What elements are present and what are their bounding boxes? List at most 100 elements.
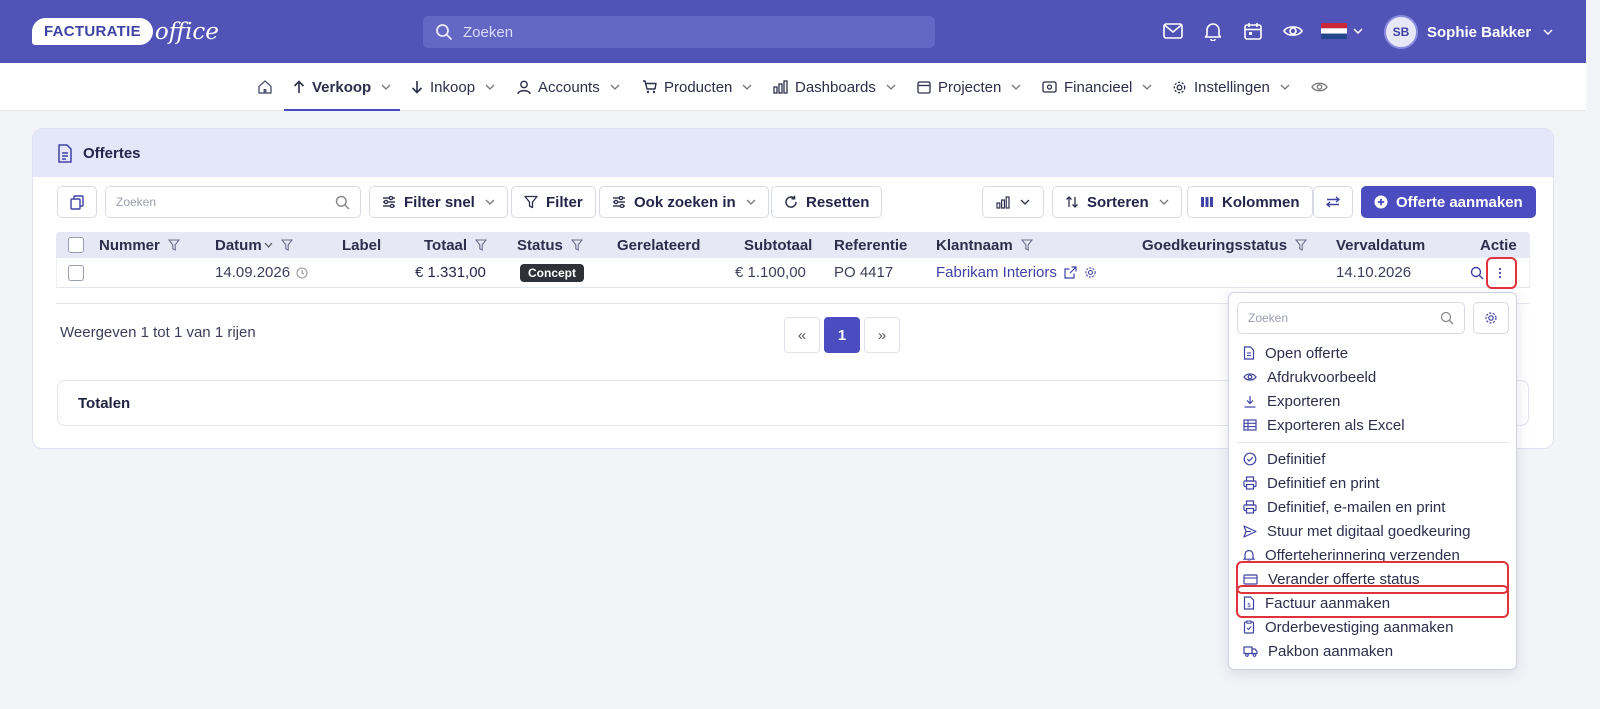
- nav-label: Verkoop: [312, 78, 372, 96]
- action-search-input[interactable]: [1248, 311, 1428, 325]
- menu-export-excel[interactable]: Exporteren als Excel: [1243, 414, 1405, 436]
- pagination-page[interactable]: 1: [824, 317, 860, 353]
- col-status[interactable]: Status: [517, 232, 583, 258]
- col-label: Referentie: [834, 236, 908, 254]
- col-label: Goedkeuringsstatus: [1142, 236, 1288, 254]
- select-all-checkbox[interactable]: [68, 237, 84, 253]
- filter-icon[interactable]: [167, 239, 180, 251]
- cell-datum: 14.09.2026: [215, 258, 308, 287]
- quotes-table: Nummer Datum Label Totaal Status Gerelat…: [56, 232, 1530, 288]
- page-title: Offertes: [83, 144, 141, 162]
- nav-eye-toggle[interactable]: [1311, 63, 1328, 111]
- more-vertical-icon[interactable]: [1498, 267, 1502, 279]
- cell-subtotaal: € 1.100,00: [735, 264, 806, 281]
- nav-dashboards[interactable]: Dashboards: [773, 63, 896, 111]
- col-referentie[interactable]: Referentie: [834, 232, 907, 258]
- nav-financieel[interactable]: Financieel: [1042, 63, 1152, 111]
- table-row[interactable]: 14.09.2026 € 1.331,00 Concept € 1.100,00…: [56, 258, 1530, 288]
- chevron-down-icon: [485, 84, 495, 90]
- user-menu[interactable]: SB Sophie Bakker: [1384, 15, 1553, 49]
- cell-referentie: PO 4417: [834, 264, 894, 281]
- action-search[interactable]: [1237, 302, 1465, 334]
- cart-icon: [642, 80, 657, 94]
- col-datum[interactable]: Datum: [215, 232, 293, 258]
- table-search-input[interactable]: [116, 195, 306, 209]
- col-gerelateerd[interactable]: Gerelateerd: [617, 232, 700, 258]
- language-flag-icon[interactable]: [1320, 18, 1364, 44]
- menu-open-quote[interactable]: Open offerte: [1243, 342, 1348, 364]
- menu-label: Afdrukvoorbeeld: [1267, 368, 1377, 386]
- filter-icon[interactable]: [475, 239, 488, 251]
- app-logo[interactable]: FACTURATIE office: [32, 13, 219, 49]
- menu-print-preview[interactable]: Afdrukvoorbeeld: [1243, 366, 1376, 388]
- global-search-input[interactable]: [463, 23, 903, 41]
- row-checkbox[interactable]: [68, 264, 84, 281]
- table-icon: [1243, 419, 1257, 431]
- nav-accounts[interactable]: Accounts: [517, 63, 620, 111]
- menu-send-reminder[interactable]: Offerteherinnering verzenden: [1243, 544, 1460, 566]
- action-settings-button[interactable]: [1473, 302, 1509, 334]
- swap-button[interactable]: [1313, 186, 1353, 218]
- external-link-icon[interactable]: [1064, 266, 1077, 279]
- pagination-next[interactable]: »: [864, 317, 900, 353]
- menu-send-digital-approval[interactable]: Stuur met digitaal goedkeuring: [1243, 520, 1470, 542]
- menu-label: Definitief: [1267, 450, 1326, 468]
- columns-button[interactable]: Kolommen: [1187, 186, 1313, 218]
- nav-instellingen[interactable]: Instellingen: [1172, 63, 1290, 111]
- menu-definitief-print[interactable]: Definitief en print: [1243, 472, 1380, 494]
- chart-button[interactable]: [982, 186, 1044, 218]
- nav-producten[interactable]: Producten: [642, 63, 752, 111]
- create-quote-button[interactable]: Offerte aanmaken: [1361, 186, 1536, 218]
- eye-icon[interactable]: [1280, 18, 1306, 44]
- col-nummer[interactable]: Nummer: [99, 232, 180, 258]
- mail-icon[interactable]: [1160, 18, 1186, 44]
- cell-vervaldatum: 14.10.2026: [1336, 264, 1412, 281]
- sort-button[interactable]: Sorteren: [1052, 186, 1182, 218]
- nav-verkoop[interactable]: Verkoop: [283, 63, 401, 111]
- col-actie: Actie: [1480, 232, 1517, 258]
- col-label: Nummer: [99, 236, 160, 254]
- col-totaal[interactable]: Totaal: [424, 232, 488, 258]
- col-label-header[interactable]: Label: [342, 232, 381, 258]
- copy-button[interactable]: [57, 186, 97, 218]
- filter-quick-button[interactable]: Filter snel: [369, 186, 508, 218]
- menu-create-invoice[interactable]: $ Factuur aanmaken: [1243, 592, 1390, 614]
- menu-definitief-email-print[interactable]: Definitief, e-mailen en print: [1243, 496, 1445, 518]
- menu-change-status[interactable]: Verander offerte status: [1243, 568, 1420, 590]
- also-search-button[interactable]: Ook zoeken in: [599, 186, 769, 218]
- global-search[interactable]: [423, 16, 935, 48]
- svg-text:$: $: [1247, 602, 1251, 609]
- search-icon[interactable]: [1470, 266, 1484, 280]
- bell-icon[interactable]: [1200, 18, 1226, 44]
- menu-label: Verander offerte status: [1268, 570, 1420, 588]
- nav-inkoop[interactable]: Inkoop: [411, 63, 495, 111]
- cell-status: Concept: [520, 258, 584, 287]
- calendar-icon[interactable]: [1240, 18, 1266, 44]
- col-goedkeuringsstatus[interactable]: Goedkeuringsstatus: [1142, 232, 1308, 258]
- menu-definitief[interactable]: Definitief: [1243, 448, 1325, 470]
- chevron-down-icon: [886, 84, 896, 90]
- menu-label: Definitief en print: [1267, 474, 1380, 492]
- nav-home[interactable]: [257, 63, 273, 111]
- menu-export[interactable]: Exporteren: [1243, 390, 1340, 412]
- gear-icon[interactable]: [1084, 266, 1097, 279]
- filter-button[interactable]: Filter: [511, 186, 596, 218]
- clock-icon: [296, 266, 308, 279]
- filter-icon[interactable]: [280, 239, 293, 251]
- filter-icon[interactable]: [1020, 239, 1033, 251]
- filter-icon[interactable]: [570, 239, 583, 251]
- nav-projecten[interactable]: Projecten: [917, 63, 1021, 111]
- menu-order-confirmation[interactable]: Orderbevestiging aanmaken: [1243, 616, 1453, 638]
- sliders-icon: [382, 196, 396, 208]
- chevron-down-icon: [1280, 84, 1290, 90]
- customer-link[interactable]: Fabrikam Interiors: [936, 264, 1057, 281]
- table-search[interactable]: [105, 186, 361, 218]
- menu-packing-slip[interactable]: Pakbon aanmaken: [1243, 640, 1393, 662]
- nav-label: Accounts: [538, 78, 600, 96]
- filter-icon[interactable]: [1295, 239, 1308, 251]
- col-klantnaam[interactable]: Klantnaam: [936, 232, 1033, 258]
- col-vervaldatum[interactable]: Vervaldatum: [1336, 232, 1425, 258]
- pagination-prev[interactable]: «: [784, 317, 820, 353]
- reset-button[interactable]: Resetten: [771, 186, 883, 218]
- col-subtotaal[interactable]: Subtotaal: [744, 232, 812, 258]
